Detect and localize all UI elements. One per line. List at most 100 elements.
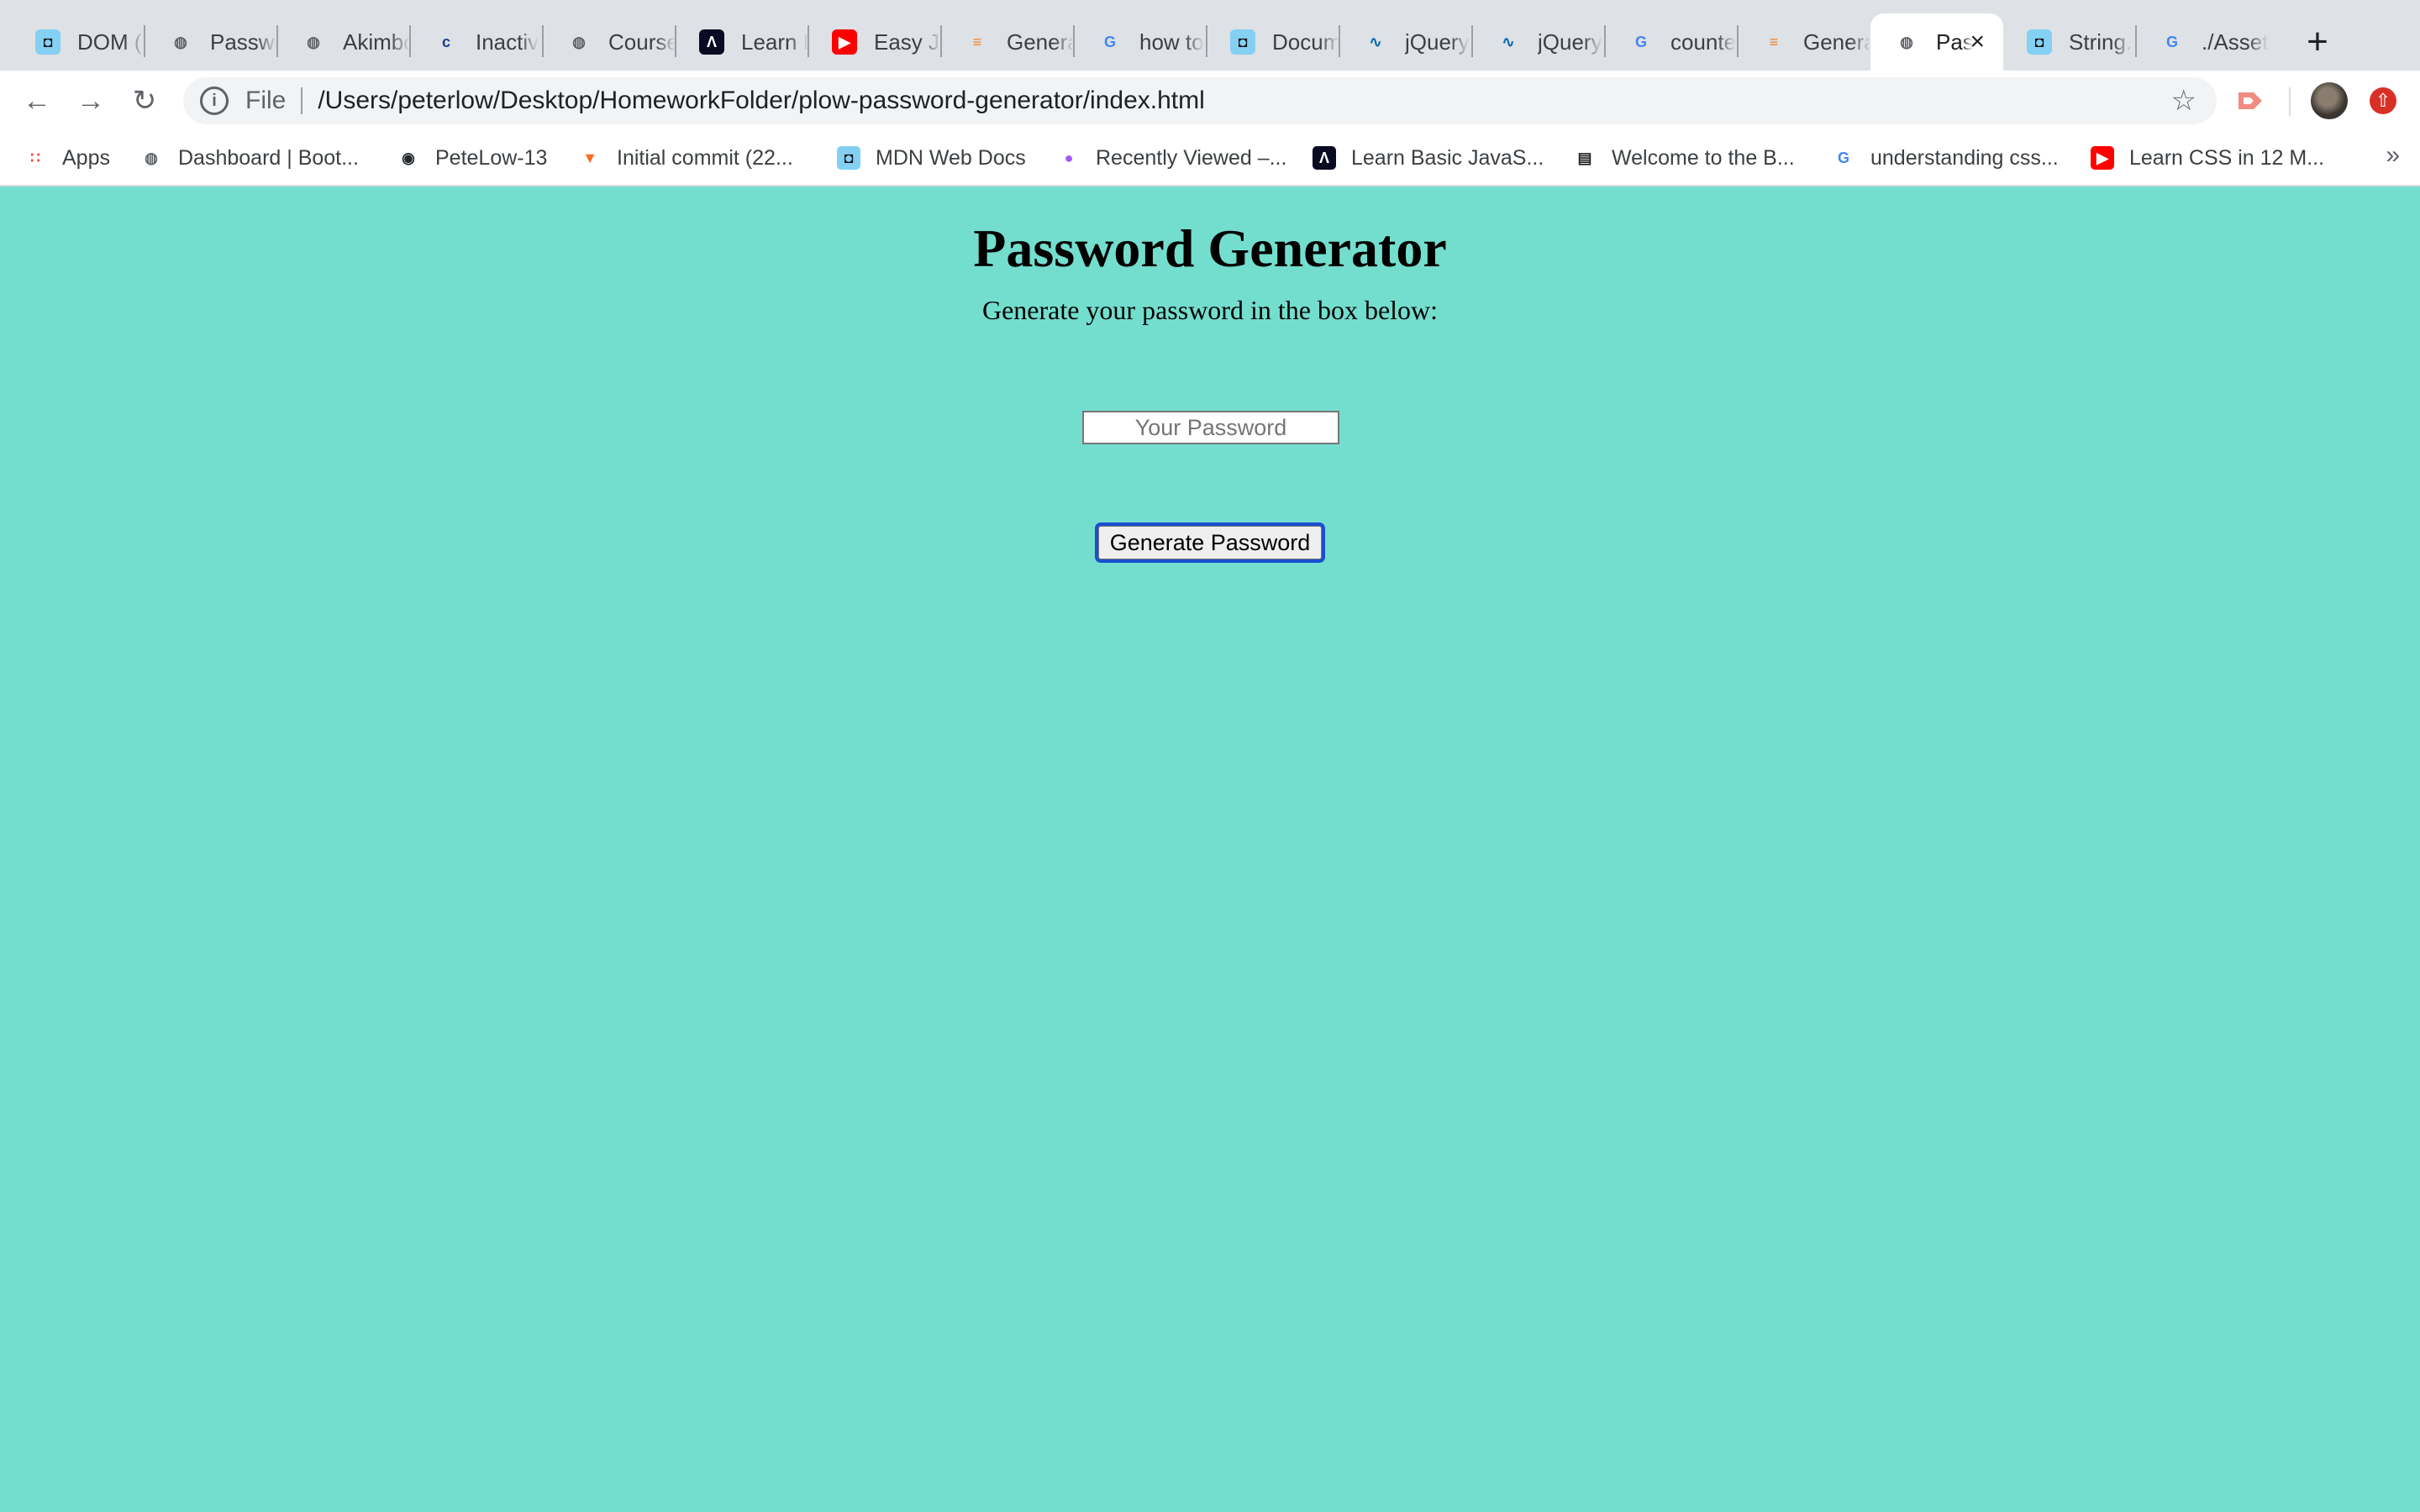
freecodecamp-icon: Λ [699, 29, 724, 55]
browser-tab[interactable]: ◘ Docum [1207, 13, 1339, 71]
gitlab-icon: ▼ [582, 149, 597, 166]
mdn-icon: ◘ [35, 29, 60, 55]
tab-title: String. [2069, 29, 2133, 55]
bookmark-label: Dashboard | Boot... [178, 145, 359, 170]
google-icon: G [1837, 149, 1849, 166]
bookmark-item[interactable]: ▶ Learn CSS in 12 M... [2091, 143, 2324, 173]
page-content: Password Generator Generate your passwor… [0, 186, 2420, 1512]
update-icon[interactable]: ⇧ [2370, 87, 2396, 114]
browser-toolbar: ← → ↻ i File /Users/peterlow/Desktop/Hom… [0, 71, 2420, 131]
stackoverflow-icon: ≡ [972, 33, 982, 50]
globe-icon: ◍ [572, 33, 586, 50]
bookmark-item[interactable]: Gunderstanding css... [1832, 143, 2059, 173]
browser-tab[interactable]: ◍ Course [543, 13, 676, 71]
bookmark-item[interactable]: ◘ MDN Web Docs [837, 143, 1026, 173]
browser-tab[interactable]: G ./Asset [2136, 13, 2269, 71]
reload-icon: ↻ [132, 85, 157, 117]
tab-title: Passwo [210, 29, 277, 55]
tab-title: Genera [1803, 29, 1870, 55]
star-icon[interactable]: ☆ [2171, 84, 2196, 118]
browser-tab[interactable]: ▶ Easy Ja [808, 13, 941, 71]
forward-button[interactable]: → [69, 79, 113, 123]
tab-title: Easy Ja [874, 29, 941, 55]
bookmark-label: MDN Web Docs [876, 145, 1026, 170]
google-icon: G [1103, 33, 1116, 50]
browser-chrome: + ← → ↻ i File /Users/peterlow/Desktop/H… [0, 0, 2420, 186]
bookmark-item[interactable]: ◍ Dashboard | Boot... [139, 143, 359, 173]
browser-tab[interactable]: Ghow to [1074, 13, 1207, 71]
bookmark-item[interactable]: ● Recently Viewed –... [1057, 143, 1287, 173]
password-field[interactable] [1082, 411, 1339, 444]
browser-tab[interactable]: c Inactiv [410, 13, 543, 71]
bookmark-item[interactable]: ▼ Initial commit (22... [578, 143, 793, 173]
mdn-icon: ◘ [837, 146, 860, 170]
tab-title: Learn B [741, 29, 808, 55]
bookmark-item[interactable]: ∷ Apps [24, 143, 110, 173]
youtube-icon: ▶ [832, 29, 857, 55]
jquery-icon: ∿ [1502, 33, 1515, 50]
browser-tab[interactable]: Gcounte [1605, 13, 1738, 71]
bookmark-label: Initial commit (22... [617, 145, 793, 170]
page-subtitle: Generate your password in the box below: [981, 295, 1439, 325]
browser-tab[interactable]: Λ Learn B [676, 13, 808, 71]
browser-tab[interactable]: ◘ DOM (I [12, 13, 145, 71]
google-icon: G [1634, 33, 1647, 50]
address-url[interactable]: /Users/peterlow/Desktop/HomeworkFolder/p… [318, 87, 1204, 115]
new-tab-button[interactable]: + [2294, 18, 2341, 66]
bookmark-label: Learn CSS in 12 M... [2129, 145, 2325, 170]
tab-title: Akimbo [343, 29, 410, 55]
github-icon: ◉ [402, 149, 415, 166]
tab-title: ./Asset [2202, 29, 2269, 55]
browser-tab[interactable]: ◍ Akimbo [277, 13, 410, 71]
globe-icon: ◍ [1900, 33, 1913, 50]
tab-title: DOM (I [77, 29, 145, 55]
bookmark-label: PeteLow-13 [435, 145, 548, 170]
generate-password-button[interactable]: Generate Password [1095, 522, 1325, 563]
bookmark-label: Recently Viewed –... [1096, 145, 1287, 170]
youtube-icon: ▶ [2091, 146, 2114, 170]
bookmark-item[interactable]: ◉ PeteLow-13 [397, 143, 547, 173]
tab-title: counte [1670, 29, 1737, 55]
browser-tab[interactable]: ≡ Genera [941, 13, 1074, 71]
address-scheme: File [245, 87, 287, 114]
tab-title: Pas [1936, 29, 1973, 55]
browser-tab[interactable]: ≡ Genera [1738, 13, 1870, 71]
tab-title: Genera [1007, 29, 1074, 55]
bookmarks-bar: » ∷ Apps ◍ Dashboard | Boot... ◉ PeteLow-13 ▼ I… [0, 131, 2420, 186]
bookmark-item[interactable]: ▤ Welcome to the B... [1573, 143, 1795, 173]
book-icon: ▤ [1577, 149, 1592, 166]
address-bar[interactable]: i File /Users/peterlow/Desktop/HomeworkF… [183, 77, 2217, 124]
bookmark-label: understanding css... [1870, 145, 2059, 170]
figma-icon: ● [1064, 149, 1074, 166]
browser-tab[interactable]: ∿ jQuery [1472, 13, 1605, 71]
arrow-right-icon: → [76, 84, 105, 117]
tab-title: jQuery [1405, 29, 1470, 55]
extension-icon[interactable] [2235, 86, 2265, 116]
apps-grid-icon: ∷ [30, 149, 40, 166]
close-tab-icon[interactable]: × [1970, 28, 1985, 56]
info-icon[interactable]: i [200, 87, 229, 115]
stackoverflow-icon: ≡ [1769, 33, 1779, 50]
toolbar-divider [2289, 87, 2291, 116]
tab-title: Inactiv [476, 29, 539, 55]
tab-title: jQuery [1538, 29, 1602, 55]
browser-tab[interactable]: ◘ String. [2003, 13, 2136, 71]
reload-button[interactable]: ↻ [123, 79, 166, 123]
globe-icon: ◍ [174, 33, 187, 50]
bookmark-label: Welcome to the B... [1612, 145, 1795, 170]
browser-tab[interactable]: ◍ Passwo [145, 13, 277, 71]
profile-avatar[interactable] [2311, 82, 2348, 119]
tab-active[interactable]: ◍ Pas × [1870, 13, 2003, 71]
back-button[interactable]: ← [15, 79, 59, 123]
google-icon: G [2165, 33, 2178, 50]
arrow-left-icon: ← [23, 84, 51, 117]
browser-tab[interactable]: ∿ jQuery [1339, 13, 1472, 71]
bookmarks-more-button[interactable]: » [2386, 141, 2400, 170]
page-title: Password Generator [973, 218, 1447, 278]
tab-title: how to [1139, 29, 1204, 55]
bookmark-label: Learn Basic JavaS... [1351, 145, 1544, 170]
citi-icon: c [441, 33, 450, 50]
tab-title: Course [608, 29, 676, 55]
globe-icon: ◍ [145, 149, 158, 166]
bookmark-item[interactable]: Λ Learn Basic JavaS... [1313, 143, 1544, 173]
